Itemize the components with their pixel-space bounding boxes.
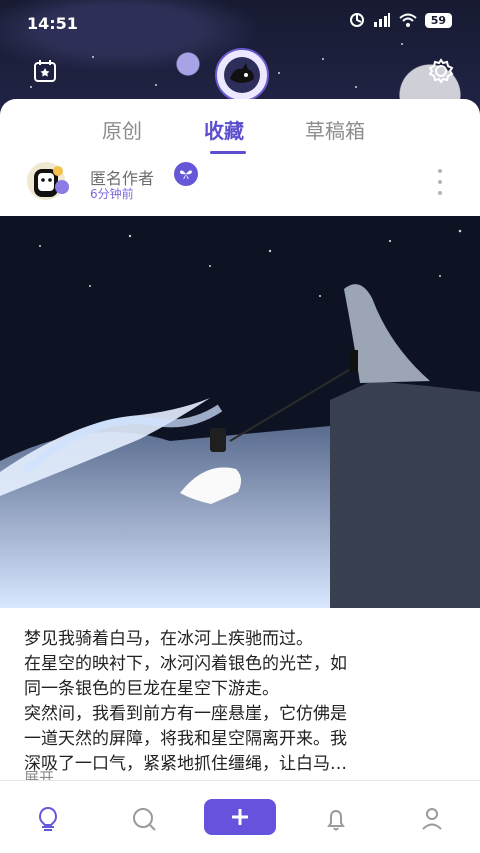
- wifi-icon: [399, 13, 417, 27]
- post-text-line: 深吸了一口气，紧紧地抓住缰绳，让白马…: [24, 754, 347, 774]
- cat-avatar-icon: [224, 57, 260, 93]
- post-text-line: 梦见我骑着白马，在冰河上疾驰而过。: [24, 629, 313, 649]
- profile-avatar-center[interactable]: [215, 48, 269, 102]
- battery-indicator: 59: [424, 12, 452, 28]
- home-icon[interactable]: [30, 801, 66, 837]
- status-bar: 14:51 59: [0, 0, 480, 44]
- butterfly-badge-icon: [174, 162, 198, 186]
- calendar-star-icon[interactable]: [30, 56, 60, 86]
- tabs: 原创 收藏 草稿箱: [0, 99, 480, 157]
- post-text-line: 在星空的映衬下，冰河闪着银色的光芒，如: [24, 654, 347, 674]
- more-options-icon[interactable]: [430, 169, 450, 195]
- data-saver-icon: [349, 13, 364, 27]
- post-text-line: 突然间，我看到前方有一座悬崖，它仿佛是: [24, 704, 347, 724]
- post-image[interactable]: [0, 216, 480, 608]
- content-card: 原创 收藏 草稿箱 匿名作者 6分钟前 梦见我骑着白马，在冰河上疾驰而过。 在星…: [0, 99, 480, 780]
- bell-icon[interactable]: [318, 801, 354, 837]
- search-icon[interactable]: [126, 801, 162, 837]
- post-text: 梦见我骑着白马，在冰河上疾驰而过。 在星空的映衬下，冰河闪着银色的光芒，如 同一…: [24, 627, 456, 777]
- tab-drafts[interactable]: 草稿箱: [305, 115, 365, 144]
- author-avatar[interactable]: [22, 159, 74, 201]
- post-text-line: 同一条银色的巨龙在星空下游走。: [24, 679, 279, 699]
- post-text-line: 一道天然的屏障，将我和星空隔离开来。我: [24, 729, 347, 749]
- signal-icon: [373, 13, 390, 27]
- tab-active-indicator: [210, 151, 246, 154]
- post-time: 6分钟前: [90, 187, 134, 201]
- bottom-navigation: [0, 780, 480, 853]
- tab-favorites[interactable]: 收藏: [204, 115, 244, 144]
- profile-icon[interactable]: [414, 801, 450, 837]
- expand-link[interactable]: 展开: [24, 767, 54, 780]
- settings-gear-icon[interactable]: [426, 56, 456, 86]
- add-button[interactable]: [204, 799, 276, 835]
- status-icons: 59: [349, 12, 452, 28]
- status-time: 14:51: [27, 14, 78, 33]
- tab-original[interactable]: 原创: [102, 115, 142, 144]
- add-icon: [232, 809, 248, 825]
